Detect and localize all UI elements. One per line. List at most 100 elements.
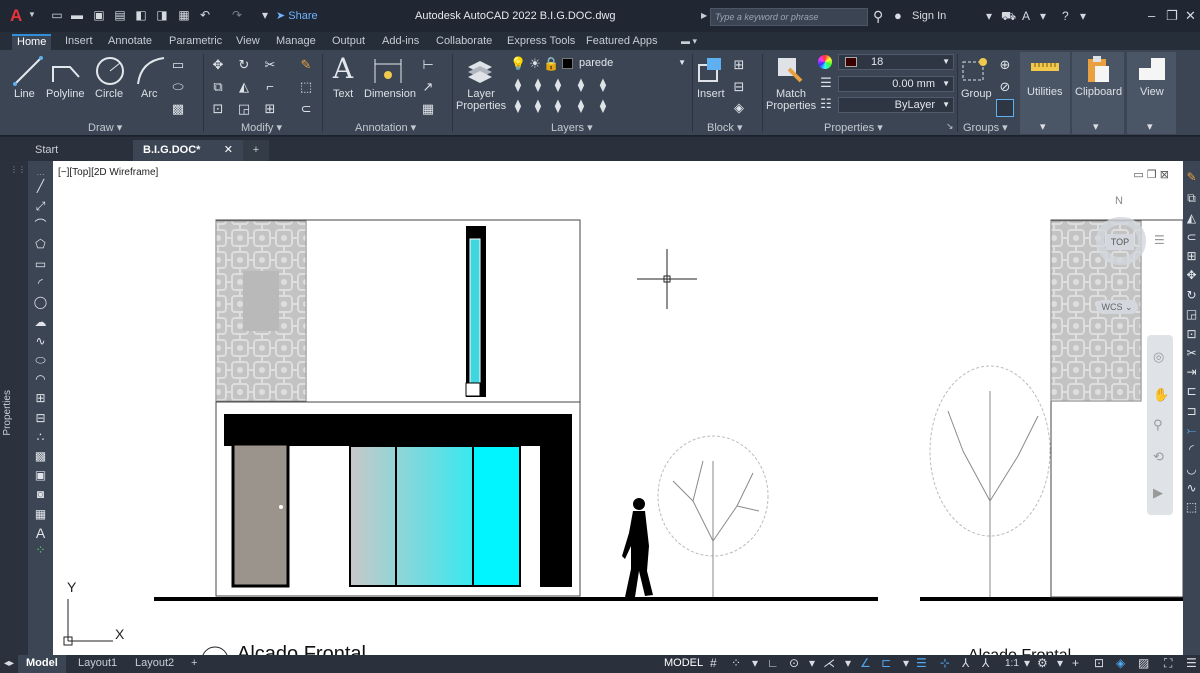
isodraft-icon[interactable]: ⋌ [823,656,835,670]
pan-icon[interactable]: ✋ [1153,387,1169,403]
block-attribute-icon[interactable]: ◈ [731,101,747,115]
draw-panel-label[interactable]: Draw ▾ [88,121,122,134]
tab-model[interactable]: Model [18,655,66,673]
rotate-icon[interactable]: ↻ [236,58,252,72]
properties-palette-tab[interactable]: Properties [2,390,13,436]
stretch-tool-icon[interactable]: ⊡ [1184,326,1199,342]
tab-featured-apps[interactable]: Featured Apps [581,34,663,50]
dimension-button[interactable]: Dimension [364,88,416,100]
layer-tool-icon[interactable]: ⧫ [595,99,611,113]
match-properties-button[interactable]: Match Properties [766,88,816,112]
tab-file[interactable]: B.I.G.DOC* ✕ [133,140,243,161]
osnap-chevron-icon[interactable]: ▾ [903,656,909,670]
cart-icon[interactable]: ⛟ [1001,9,1016,25]
a360-chevron-icon[interactable]: ▾ [1040,9,1046,23]
scale-icon[interactable]: ◲ [236,102,252,116]
erase-tool-icon[interactable]: ✎ [1184,169,1199,185]
match-properties-icon[interactable] [775,55,805,85]
workspace-chevron-icon[interactable]: ▾ [1057,656,1063,670]
drawing-canvas[interactable]: [−][Top][2D Wireframe] ▭ ❐ ⊠ Y X Alcado … [53,161,1183,655]
view-chevron-icon[interactable]: ▾ [1147,121,1153,133]
mirror-tool-icon[interactable]: ◭ [1184,210,1199,226]
tab-annotate[interactable]: Annotate [103,34,157,50]
steering-wheel-icon[interactable]: ◎ [1153,349,1164,365]
viewcube-top-face[interactable]: TOP [1106,234,1134,250]
open-folder-icon[interactable]: ▬ [70,9,84,22]
group-icon[interactable] [961,56,989,84]
search-icon[interactable]: ⚲ [873,8,883,25]
mirror-icon[interactable]: ◭ [236,80,252,94]
layer-tool-icon[interactable]: ⧫ [550,78,566,92]
share-button[interactable]: ➤ Share [276,9,318,22]
annotation-monitor-icon[interactable]: + [1072,656,1079,670]
hatch-icon[interactable]: ▩ [170,102,186,116]
help-icon[interactable]: ? [1062,9,1069,23]
lineweight-display-icon[interactable]: ☰ [916,656,927,670]
snap-chevron-icon[interactable]: ▾ [752,656,758,670]
group-edit-icon[interactable]: ⊘ [997,80,1013,94]
layer-on-icon[interactable]: 💡 [510,57,526,71]
array-tool-icon[interactable]: ⊞ [1184,248,1199,264]
save-web-icon[interactable]: ◨ [155,9,169,22]
utilities-chevron-icon[interactable]: ▾ [1040,121,1046,133]
ellipse-icon[interactable]: ⬭ [170,80,186,94]
layer-tool-icon[interactable]: ⧫ [595,78,611,92]
isolate-objects-icon[interactable]: ◈ [1116,656,1125,670]
chamfer-tool-icon[interactable]: ⤚ [1184,422,1199,438]
zoom-extents-icon[interactable]: ⚲ [1153,417,1163,433]
layers-panel-label[interactable]: Layers ▾ [551,121,593,134]
fillet-icon[interactable]: ⌐ [262,80,278,94]
hatch-tool-icon[interactable]: ▩ [32,448,49,464]
rectangle-icon[interactable]: ▭ [170,58,186,72]
circle-tool-icon[interactable]: ◯ [32,294,49,310]
app-menu-chevron-icon[interactable]: ▼ [28,10,36,19]
extend-tool-icon[interactable]: ⇥ [1184,364,1199,380]
sign-in-link[interactable]: Sign In [912,10,946,22]
linetype-dropdown[interactable]: ByLayer ▼ [838,97,954,113]
gradient-tool-icon[interactable]: ▣ [32,467,49,483]
orbit-icon[interactable]: ⟲ [1153,449,1164,465]
restore-icon[interactable]: ❐ [1166,8,1178,24]
region-tool-icon[interactable]: ◙ [32,486,49,502]
redo-icon[interactable]: ↷ [230,9,244,22]
clipboard-chevron-icon[interactable]: ▾ [1093,121,1099,133]
line-tool-icon[interactable]: ╱ [32,178,49,194]
showmotion-icon[interactable]: ▶ [1153,485,1163,501]
lineweight-dropdown[interactable]: 0.00 mm ▼ [838,76,954,92]
layer-tool-icon[interactable]: ⧫ [530,78,546,92]
fillet-tool-icon[interactable]: ◜ [1184,441,1199,457]
group-button[interactable]: Group [961,88,992,100]
tab-insert[interactable]: Insert [60,34,98,50]
insert-button[interactable]: Insert [697,88,725,100]
insert-block-tool-icon[interactable]: ⊞ [32,390,49,406]
layer-tool-icon[interactable]: ⧫ [573,78,589,92]
arc-button[interactable]: Arc [141,88,158,100]
search-expand-icon[interactable]: ▶ [701,11,707,20]
make-block-icon[interactable]: ⊟ [32,410,49,426]
ungroup-icon[interactable]: ⊕ [997,58,1013,72]
trim-icon[interactable]: ✂ [262,58,278,72]
new-file-icon[interactable]: ▭ [50,9,64,22]
color-wheel-icon[interactable] [818,55,832,69]
stretch-icon[interactable]: ⊡ [210,102,226,116]
undo-icon[interactable]: ↶ [198,9,212,22]
insert-block-icon[interactable] [696,55,726,85]
ellipse-arc-icon[interactable]: ◠ [32,371,49,387]
tab-add-ins[interactable]: Add-ins [377,34,424,50]
ellipse-tool-icon[interactable]: ⬭ [32,352,49,368]
plot-icon[interactable]: ▦ [177,9,191,22]
add-selected-icon[interactable]: ⁘ [32,542,49,558]
layout-nav-icon[interactable]: ◂▸ [4,658,14,669]
arc-tool-icon[interactable]: ◜ [32,275,49,291]
annotation-visibility-icon[interactable]: ⅄ [982,656,989,670]
layer-tool-icon[interactable]: ⧫ [530,99,546,113]
text-icon[interactable]: A [330,54,356,84]
save-as-icon[interactable]: ▤ [113,9,127,22]
object-snap-icon[interactable]: ⊏ [881,656,891,670]
hardware-acceleration-icon[interactable]: ▨ [1138,656,1149,670]
spline-edit-icon[interactable]: ∿ [1184,480,1199,496]
construction-line-icon[interactable]: ⤢ [32,198,49,214]
close-tab-icon[interactable]: ✕ [224,140,233,160]
tab-collaborate[interactable]: Collaborate [431,34,497,50]
table-icon[interactable]: ▦ [420,102,436,116]
